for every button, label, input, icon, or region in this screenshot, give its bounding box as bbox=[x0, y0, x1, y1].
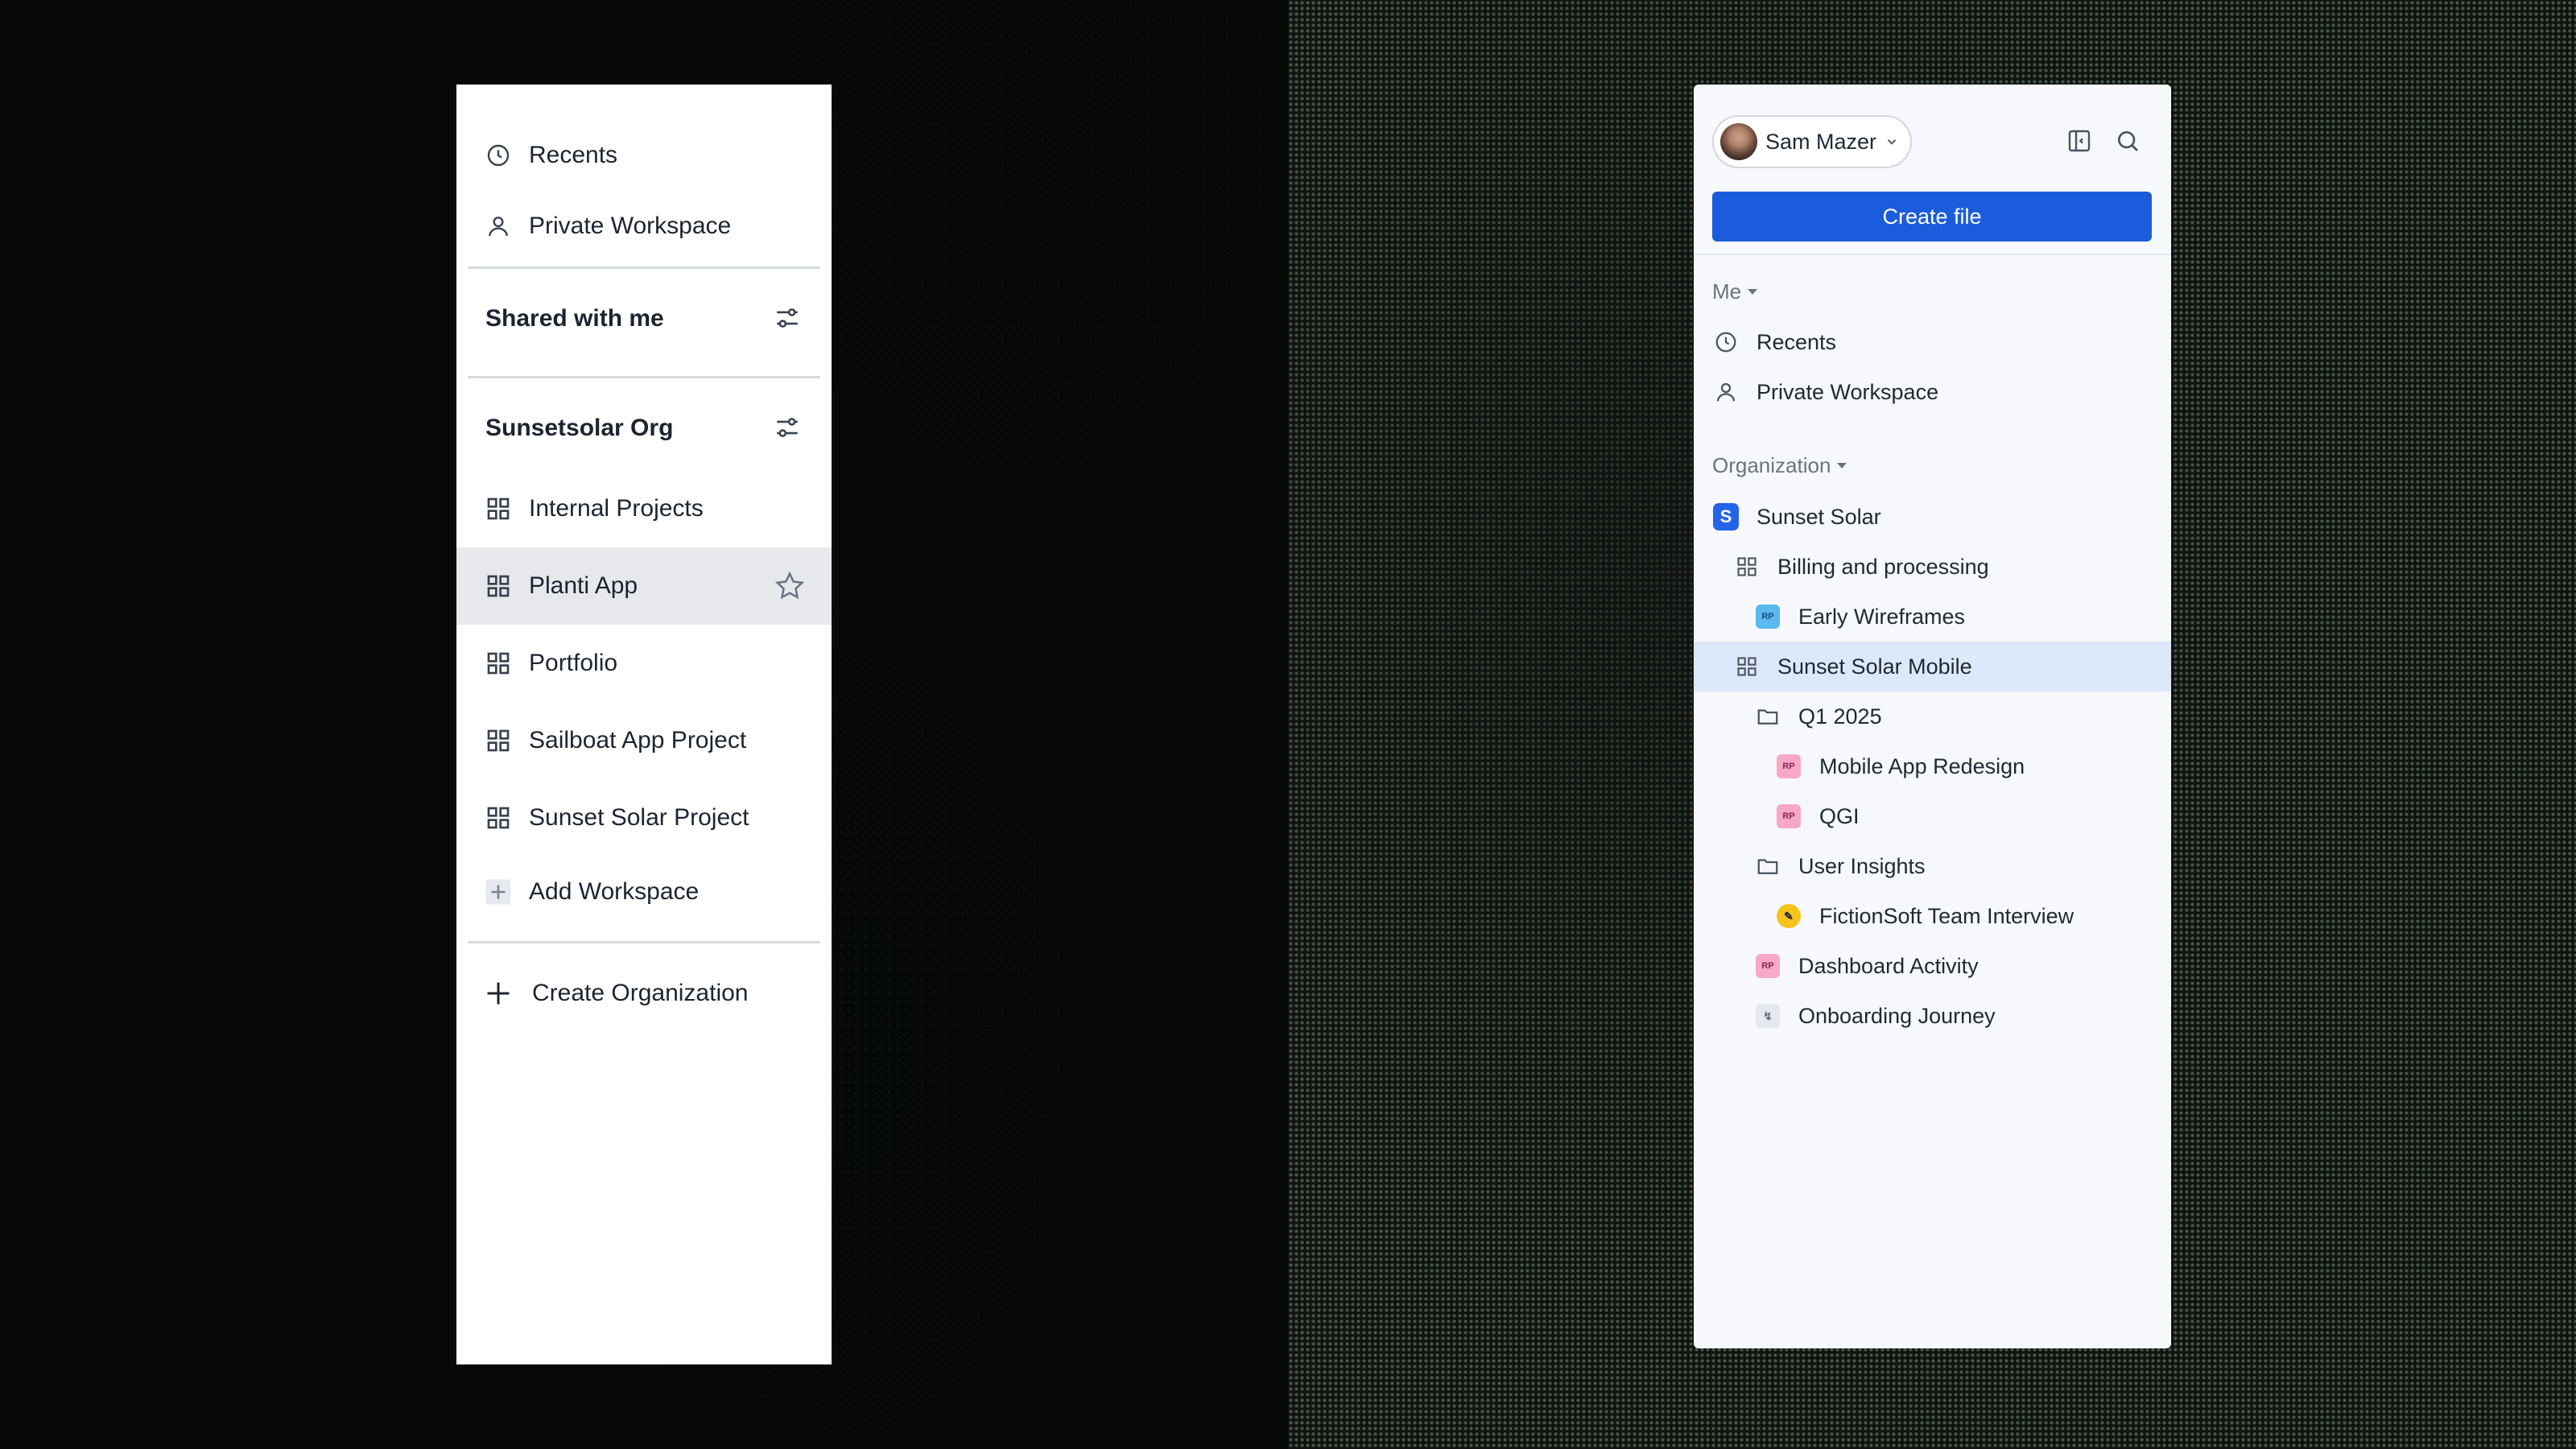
star-icon[interactable] bbox=[774, 570, 806, 602]
grid-icon bbox=[484, 494, 513, 523]
section-label: Me bbox=[1712, 279, 1742, 303]
item-label: User Insights bbox=[1798, 853, 1926, 878]
create-organization-label: Create Organization bbox=[532, 980, 749, 1006]
workspace-item-sunset-solar-project[interactable]: Sunset Solar Project bbox=[456, 779, 832, 857]
search-icon[interactable] bbox=[2115, 128, 2142, 155]
item-label: Q1 2025 bbox=[1798, 704, 1882, 729]
item-label: Sunset Solar Mobile bbox=[1777, 654, 1972, 679]
section-title: Sunsetsolar Org bbox=[485, 415, 674, 441]
workspace-label: Internal Projects bbox=[529, 495, 704, 522]
tree-item-sunset-solar-mobile[interactable]: Sunset Solar Mobile bbox=[1694, 642, 2171, 691]
avatar bbox=[1720, 123, 1757, 160]
divider bbox=[468, 941, 820, 943]
workspace-label: Sunset Solar Project bbox=[529, 804, 749, 831]
workspace-item-internal-projects[interactable]: Internal Projects bbox=[456, 470, 832, 547]
clock-icon bbox=[1713, 329, 1739, 355]
user-icon bbox=[484, 212, 513, 241]
me-section-header[interactable]: Me bbox=[1712, 279, 1758, 304]
grid-icon bbox=[484, 726, 513, 755]
user-icon bbox=[1713, 379, 1739, 405]
item-label: Billing and processing bbox=[1777, 554, 1989, 579]
user-name: Sam Mazer bbox=[1765, 129, 1877, 154]
add-workspace-button[interactable]: Add Workspace bbox=[456, 853, 832, 931]
plus-icon bbox=[484, 979, 513, 1008]
filter-icon[interactable] bbox=[774, 304, 803, 333]
grid-icon bbox=[484, 803, 513, 832]
rp-file-icon: RP bbox=[1755, 604, 1781, 630]
workspace-item-planti-app[interactable]: Planti App bbox=[456, 547, 832, 625]
sidebar-item-label: Private Workspace bbox=[529, 213, 732, 239]
section-label: Organization bbox=[1712, 453, 1831, 477]
tree-item-fictionsoft-interview[interactable]: ✎ FictionSoft Team Interview bbox=[1694, 891, 2171, 941]
journey-file-icon: ↯ bbox=[1755, 1003, 1781, 1029]
divider bbox=[468, 266, 820, 269]
add-workspace-label: Add Workspace bbox=[529, 878, 700, 905]
tree-item-billing[interactable]: Billing and processing bbox=[1694, 542, 2171, 592]
create-file-button[interactable]: Create file bbox=[1712, 192, 2152, 242]
tree-item-q1-2025[interactable]: Q1 2025 bbox=[1694, 691, 2171, 741]
rp-file-icon: RP bbox=[1776, 803, 1802, 829]
item-label: Sunset Solar bbox=[1757, 504, 1881, 529]
item-label: Early Wireframes bbox=[1798, 604, 1966, 629]
create-organization-button[interactable]: Create Organization bbox=[456, 955, 832, 1032]
me-item-private-workspace[interactable]: Private Workspace bbox=[1694, 367, 2171, 417]
filter-icon[interactable] bbox=[774, 414, 803, 443]
tree-item-user-insights[interactable]: User Insights bbox=[1694, 841, 2171, 891]
sidebar-item-private-workspace[interactable]: Private Workspace bbox=[456, 188, 832, 265]
chevron-down-icon bbox=[1885, 134, 1899, 149]
section-title: Shared with me bbox=[485, 305, 664, 332]
tree-item-sunset-solar[interactable]: S Sunset Solar bbox=[1694, 492, 2171, 542]
tree-item-onboarding-journey[interactable]: ↯ Onboarding Journey bbox=[1694, 991, 2171, 1041]
workspace-label: Portfolio bbox=[529, 650, 618, 676]
rp-file-icon: RP bbox=[1755, 953, 1781, 979]
folder-icon bbox=[1755, 704, 1781, 729]
user-menu-button[interactable]: Sam Mazer bbox=[1712, 115, 1912, 168]
sidebar-toggle-icon[interactable] bbox=[2066, 128, 2094, 155]
me-item-recents[interactable]: Recents bbox=[1694, 317, 2171, 367]
grid-icon bbox=[484, 649, 513, 678]
item-label: FictionSoft Team Interview bbox=[1819, 903, 2074, 928]
grid-icon bbox=[1734, 654, 1760, 679]
item-label: Recents bbox=[1757, 329, 1837, 354]
divider bbox=[468, 376, 820, 378]
workspace-item-sailboat-app[interactable]: Sailboat App Project bbox=[456, 702, 832, 779]
org-header[interactable]: Sunsetsolar Org bbox=[456, 392, 832, 464]
rp-file-icon: RP bbox=[1776, 753, 1802, 779]
item-label: QGI bbox=[1819, 803, 1860, 828]
item-label: Private Workspace bbox=[1757, 379, 1939, 404]
shared-with-me-header[interactable]: Shared with me bbox=[456, 283, 832, 355]
tree-item-dashboard-activity[interactable]: RP Dashboard Activity bbox=[1694, 941, 2171, 991]
folder-icon bbox=[1755, 853, 1781, 879]
left-sidebar-panel: Recents Private Workspace Shared with me… bbox=[456, 85, 832, 1364]
panel-header: Sam Mazer Create file bbox=[1694, 85, 2171, 255]
tree-item-mobile-app-redesign[interactable]: RP Mobile App Redesign bbox=[1694, 741, 2171, 791]
organization-section-header[interactable]: Organization bbox=[1712, 453, 1847, 478]
grid-icon bbox=[1734, 554, 1760, 580]
tree-item-qgi[interactable]: RP QGI bbox=[1694, 791, 2171, 841]
workspace-label: Sailboat App Project bbox=[529, 727, 747, 753]
grid-icon bbox=[484, 572, 513, 601]
interview-file-icon: ✎ bbox=[1776, 903, 1802, 929]
right-sidebar-panel: Sam Mazer Create file Me Recents Private… bbox=[1694, 85, 2171, 1348]
sidebar-item-label: Recents bbox=[529, 142, 618, 168]
item-label: Onboarding Journey bbox=[1798, 1003, 1996, 1028]
tree-item-early-wireframes[interactable]: RP Early Wireframes bbox=[1694, 592, 2171, 642]
caret-down-icon bbox=[1748, 289, 1758, 295]
plus-square-icon bbox=[484, 877, 513, 906]
item-label: Dashboard Activity bbox=[1798, 953, 1979, 978]
workspace-label: Planti App bbox=[529, 572, 638, 599]
item-label: Mobile App Redesign bbox=[1819, 753, 2025, 778]
clock-icon bbox=[484, 141, 513, 170]
caret-down-icon bbox=[1837, 463, 1847, 469]
sidebar-item-recents[interactable]: Recents bbox=[456, 117, 832, 194]
org-badge-icon: S bbox=[1713, 503, 1739, 530]
workspace-item-portfolio[interactable]: Portfolio bbox=[456, 625, 832, 702]
